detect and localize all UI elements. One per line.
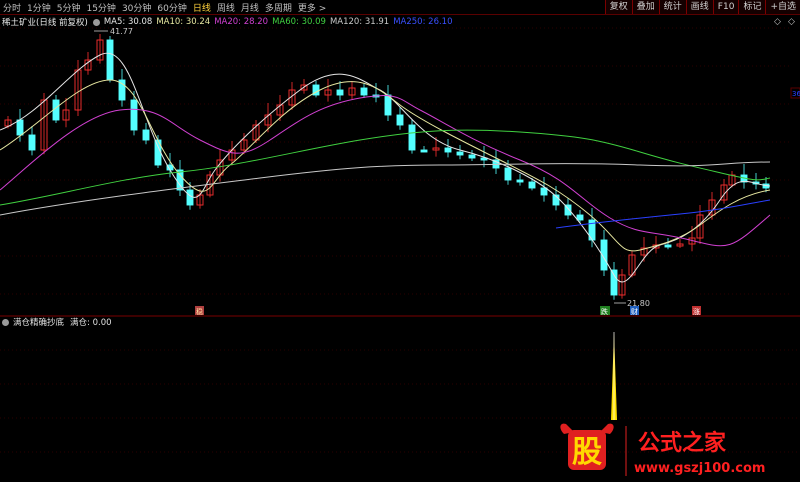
candle-body [16,119,24,136]
candle-body [576,214,584,221]
ma60-line [0,129,771,206]
candle-body [408,124,416,151]
ma5-line [0,52,771,283]
candle-body [28,134,36,151]
indicator-value: 满仓: 0.00 [70,318,112,328]
candle-body [528,181,536,189]
candle-body [540,187,548,196]
ma20-line [0,95,771,247]
candle-body [456,151,464,156]
watermark-logo-text: 股 [572,435,602,470]
signal-marker-label: 稳 [196,307,203,316]
candle-body [664,244,672,248]
signal-marker-label: 财 [631,307,638,316]
candle-body [516,179,524,183]
moving-average-lines [0,52,771,283]
candle-body [420,149,428,153]
candle-body [610,269,618,296]
indicator-legend: 满仓精确抄底 满仓: 0.00 [0,316,112,328]
high-price-label: 41.77 [110,27,133,36]
watermark-brand: 公式之家 [638,430,727,456]
candle-body [396,114,404,126]
watermark-logo: 股 公式之家 www.gszj100.com [560,423,765,476]
candle-body [360,87,368,96]
candle-body [444,147,452,153]
indicator-name: 满仓精确抄底 [13,318,65,328]
candle-body [106,39,114,81]
candle-body [186,189,194,206]
price-axis-label: 36 [792,90,800,98]
candlesticks [4,34,770,300]
watermark-url: www.gszj100.com [634,461,765,476]
signal-marker-label: 跌 [601,307,608,316]
candle-body [336,89,344,96]
candle-body [130,99,138,131]
candle-body [504,167,512,181]
ma120-line [0,161,771,216]
kline-chart: 41.77 21.80 36 稳 跌 财 涨 [0,27,800,453]
signal-marker-label: 涨 [693,307,700,316]
candle-body [142,129,150,141]
candle-body [468,154,476,159]
indicator-gear-icon[interactable] [2,318,9,326]
